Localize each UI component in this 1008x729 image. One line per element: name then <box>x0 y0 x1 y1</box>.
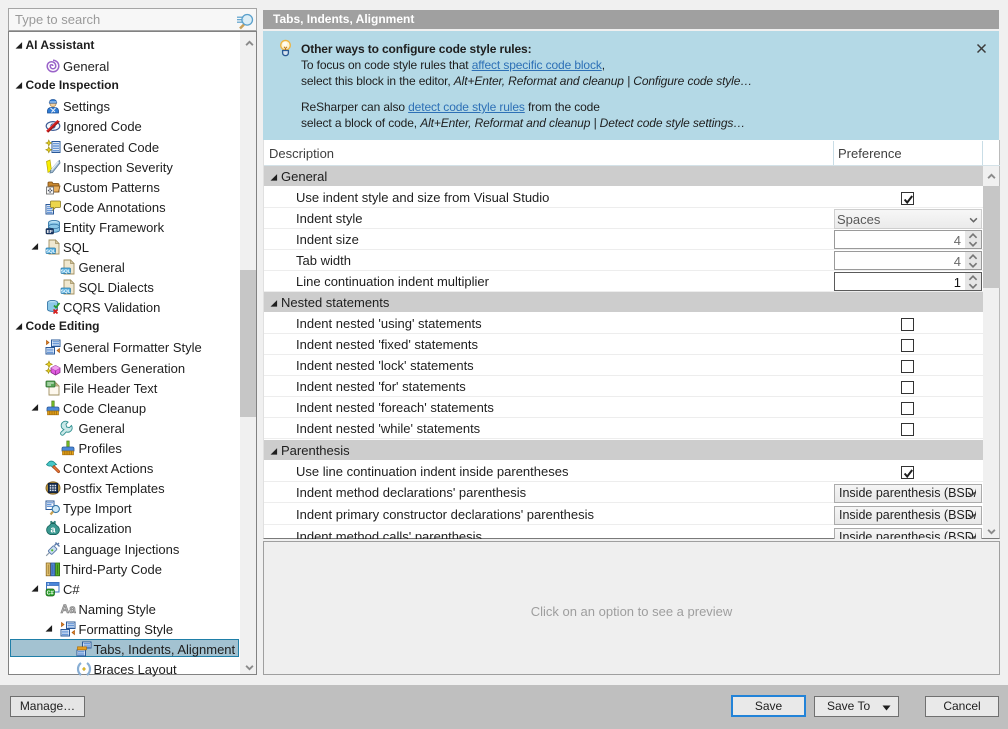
svg-text:SQL: SQL <box>46 248 56 254</box>
svg-text:EF: EF <box>47 229 53 235</box>
svg-text:Aa: Aa <box>61 602 77 616</box>
svg-text:SQL: SQL <box>61 288 71 294</box>
svg-text:SQL: SQL <box>61 268 71 274</box>
svg-text:C#: C# <box>47 590 54 596</box>
